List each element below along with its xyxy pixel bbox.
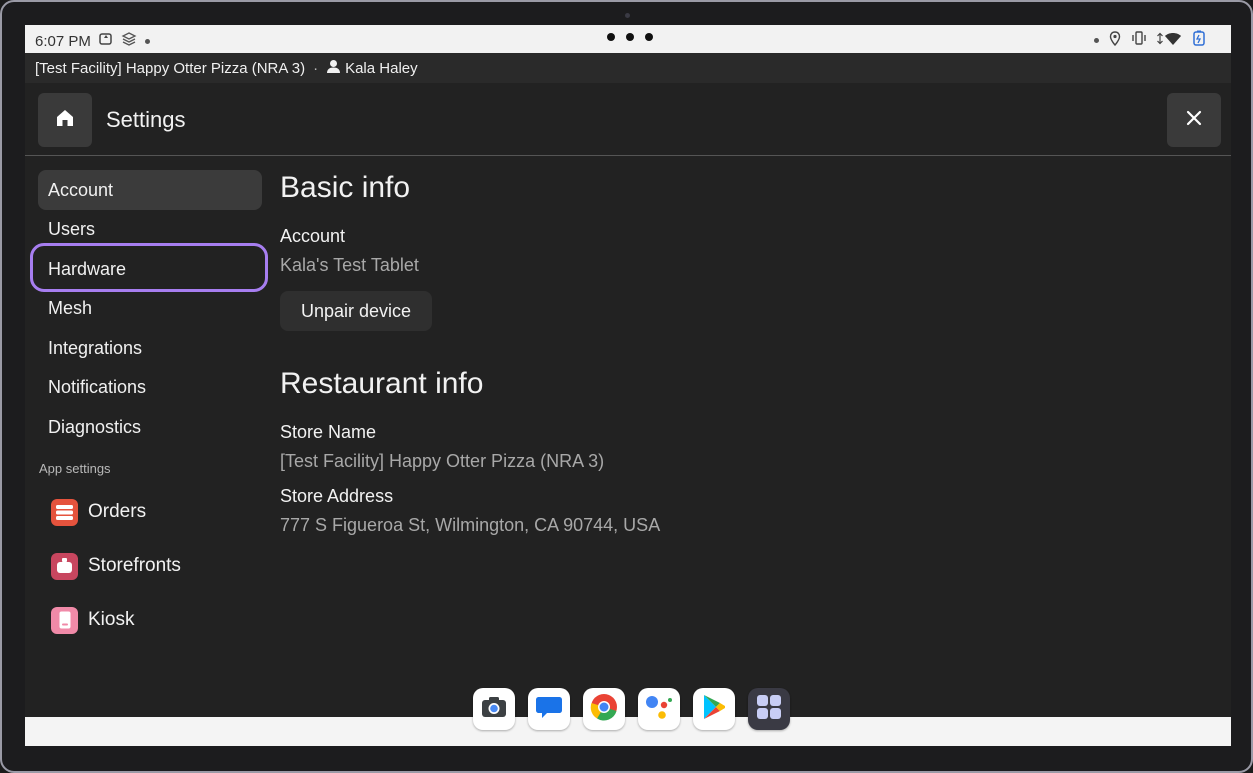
battery-icon [1193, 30, 1205, 50]
storefronts-icon [51, 552, 78, 580]
account-label: Account [280, 226, 346, 246]
account-value: Kala's Test Tablet [280, 255, 419, 275]
app-settings-label: Kiosk [88, 609, 135, 630]
sidebar-item-label: Account [48, 179, 114, 200]
settings-sidebar: Account Users Hardware Mesh Integrations… [25, 157, 275, 697]
app-settings-kiosk[interactable]: Kiosk [51, 602, 134, 638]
notification-dot [144, 38, 150, 44]
user-icon [326, 59, 341, 78]
dock-app-launcher[interactable] [748, 688, 790, 730]
wifi-icon [1157, 31, 1183, 50]
sidebar-item-mesh[interactable]: Mesh [38, 288, 262, 328]
home-icon [54, 107, 76, 134]
location-icon [1109, 30, 1121, 50]
current-user: Kala Haley [326, 59, 418, 78]
dock-camera-app[interactable] [473, 688, 515, 730]
facility-name: [Test Facility] Happy Otter Pizza (NRA 3… [35, 59, 306, 77]
dock-messages-app[interactable] [528, 688, 570, 730]
page-title: Settings [106, 107, 186, 132]
close-icon [1185, 109, 1203, 132]
facility-bar: [Test Facility] Happy Otter Pizza (NRA 3… [25, 53, 1231, 83]
sidebar-item-label: Hardware [48, 258, 127, 279]
app-settings-section-label: App settings [39, 461, 111, 476]
sidebar-item-account[interactable]: Account [38, 170, 262, 210]
sidebar-item-users[interactable]: Users [38, 209, 262, 249]
multitask-dots[interactable] [607, 33, 653, 41]
orders-icon [51, 498, 78, 526]
messages-icon [535, 694, 563, 725]
restaurant-info-heading: Restaurant info [280, 367, 484, 400]
vibrate-icon [1131, 31, 1147, 49]
dock-chrome-app[interactable] [583, 688, 625, 730]
close-button[interactable] [1167, 93, 1221, 147]
sidebar-item-label: Notifications [48, 376, 147, 397]
app-settings-label: Storefronts [88, 555, 181, 576]
chrome-icon [590, 693, 618, 726]
status-time: 6:07 PM [35, 32, 91, 50]
user-name: Kala Haley [345, 59, 418, 77]
app-settings-storefronts[interactable]: Storefronts [51, 548, 181, 584]
assistant-icon [645, 694, 673, 725]
play-store-icon [702, 694, 726, 725]
front-camera [625, 13, 630, 18]
sidebar-item-notifications[interactable]: Notifications [38, 367, 262, 407]
dock-play-store-app[interactable] [693, 688, 735, 730]
store-name-label: Store Name [280, 422, 377, 442]
status-bar: 6:07 PM [25, 25, 1231, 53]
layers-icon [121, 31, 137, 51]
sidebar-item-integrations[interactable]: Integrations [38, 328, 262, 368]
sidebar-item-label: Integrations [48, 337, 143, 358]
unpair-device-button[interactable]: Unpair device [280, 291, 432, 331]
facility-separator: · [313, 59, 319, 77]
settings-header: Settings [25, 83, 1231, 156]
app-settings-label: Orders [88, 501, 147, 522]
screenshot-icon [99, 32, 113, 50]
screen: 6:07 PM [Test Facility] Happy Otter Pizz… [25, 25, 1231, 746]
sidebar-item-hardware[interactable]: Hardware [38, 249, 262, 289]
store-name-value: [Test Facility] Happy Otter Pizza (NRA 3… [280, 451, 605, 471]
sidebar-item-label: Diagnostics [48, 416, 142, 437]
sidebar-item-label: Users [48, 218, 96, 239]
dock-assistant-app[interactable] [638, 688, 680, 730]
store-address-label: Store Address [280, 486, 394, 506]
store-address-value: 777 S Figueroa St, Wilmington, CA 90744,… [280, 515, 661, 535]
sidebar-item-label: Mesh [48, 297, 93, 318]
app-launcher-icon [756, 694, 782, 725]
device-frame: 6:07 PM [Test Facility] Happy Otter Pizz… [0, 0, 1253, 773]
kiosk-icon [51, 606, 78, 634]
app-settings-orders[interactable]: Orders [51, 494, 146, 530]
notification-dot-right [1094, 37, 1099, 43]
camera-icon [481, 696, 507, 723]
basic-info-heading: Basic info [280, 171, 411, 204]
home-button[interactable] [38, 93, 92, 147]
sidebar-item-diagnostics[interactable]: Diagnostics [38, 407, 262, 447]
app-dock [473, 688, 790, 730]
settings-content: Basic info Account Kala's Test Tablet Un… [280, 157, 1220, 697]
